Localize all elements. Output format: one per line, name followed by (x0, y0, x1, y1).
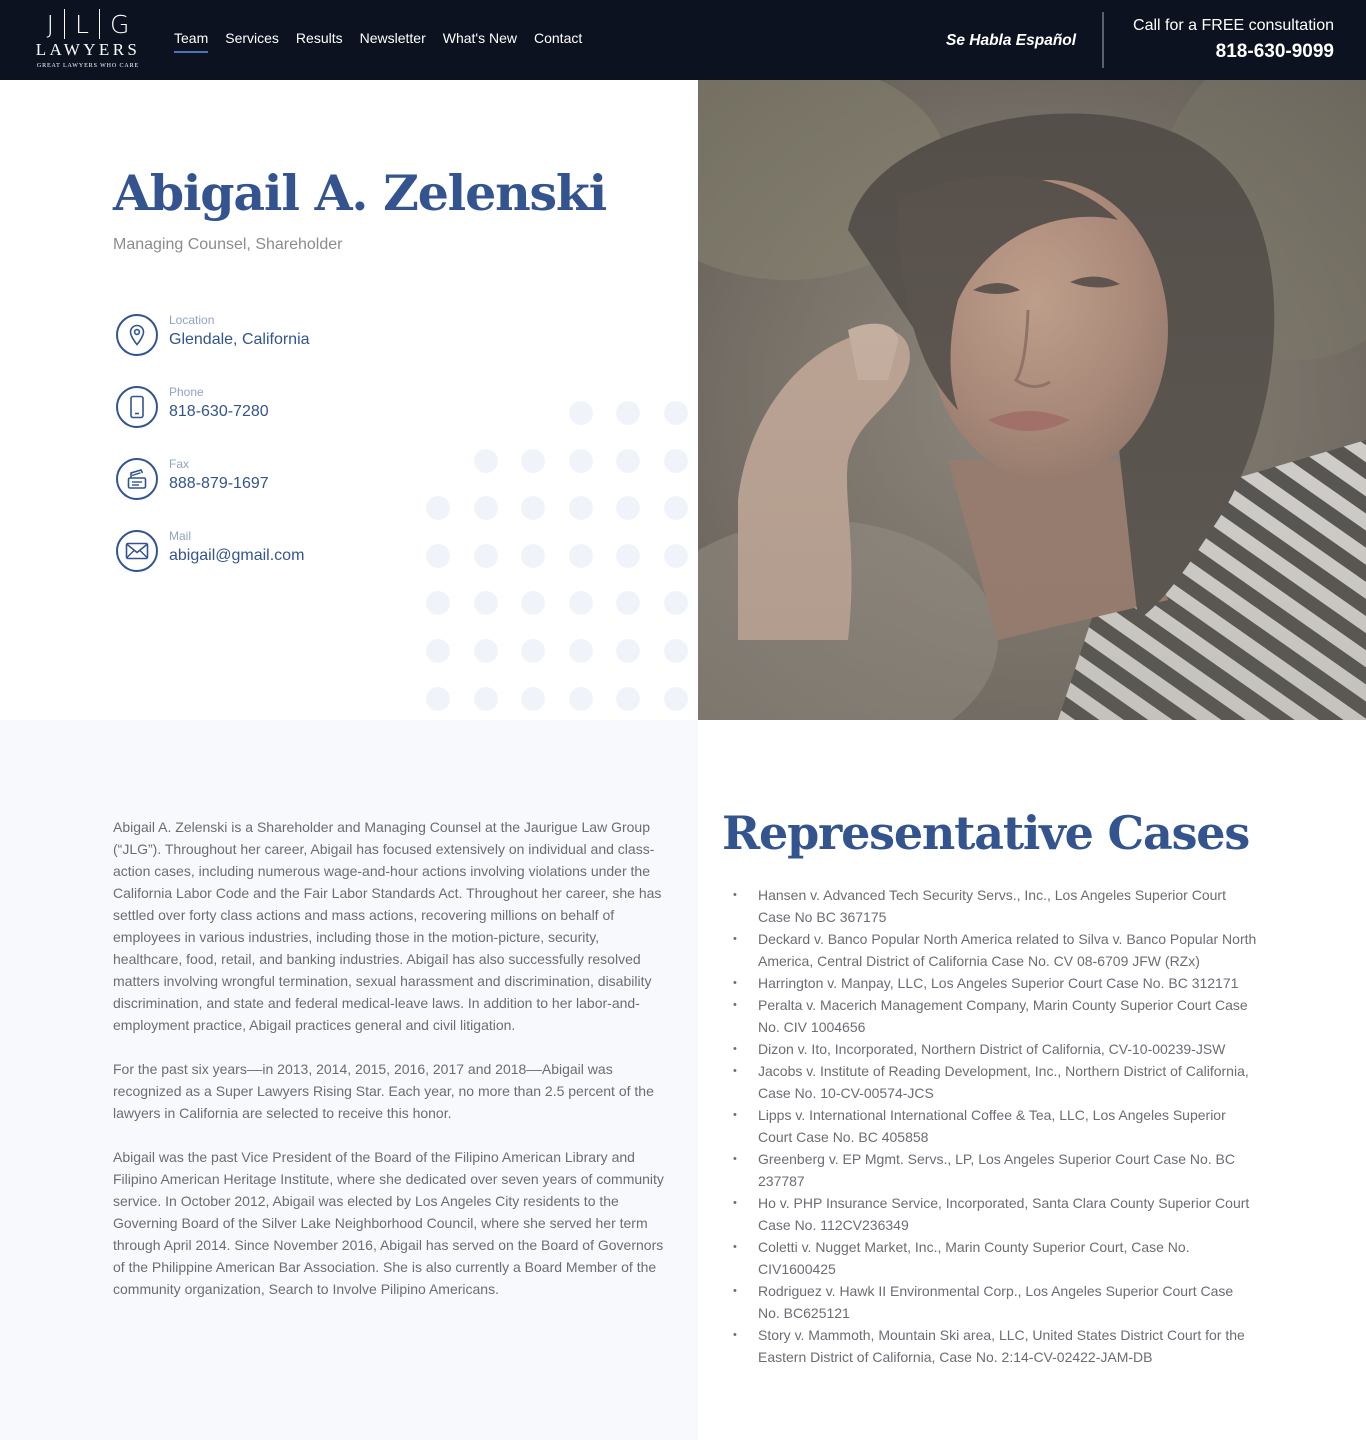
decorative-dot (568, 496, 593, 521)
contact-phone-label: Phone (169, 385, 204, 399)
decorative-dot (426, 496, 450, 521)
decorative-dot (521, 496, 546, 521)
decorative-dot (568, 401, 593, 425)
decorative-dot (426, 591, 450, 616)
consultation-phone-link[interactable]: 818-630-9099 (1133, 37, 1334, 67)
main-nav: Team Services Results Newsletter What's … (174, 30, 599, 53)
case-item: Dizon v. Ito, Incorporated, Northern Dis… (733, 1038, 1258, 1060)
decorative-dot (616, 496, 641, 521)
case-item: Hansen v. Advanced Tech Security Servs.,… (733, 884, 1258, 928)
case-item: Greenberg v. EP Mgmt. Servs., LP, Los An… (733, 1148, 1258, 1192)
decorative-dot (521, 543, 546, 568)
contact-mail-label: Mail (169, 529, 192, 543)
case-item: Peralta v. Macerich Management Company, … (733, 994, 1258, 1038)
fax-icon (116, 458, 158, 500)
decorative-dot (568, 686, 593, 711)
decorative-dot (616, 686, 641, 711)
consultation-label: Call for a FREE consultation (1133, 17, 1334, 34)
contact-fax-value: 888-879-1697 (169, 475, 269, 492)
bio-paragraph: Abigail was the past Vice President of t… (113, 1149, 664, 1297)
nav-newsletter[interactable]: Newsletter (360, 30, 426, 53)
nav-team[interactable]: Team (174, 30, 209, 53)
decorative-dot (664, 496, 688, 521)
decorative-dot (473, 543, 498, 568)
decorative-dot (473, 448, 498, 473)
contact-fax-label: Fax (169, 457, 190, 471)
decorative-dot (568, 591, 593, 616)
nav-contact[interactable]: Contact (534, 30, 582, 53)
representative-cases-list: Hansen v. Advanced Tech Security Servs.,… (733, 884, 1258, 1368)
biography-text: Abigail A. Zelenski is a Shareholder and… (113, 816, 665, 1322)
decorative-dot (426, 543, 450, 568)
mobile-phone-icon (116, 386, 158, 428)
decorative-dot (473, 591, 498, 616)
representative-cases-heading: Representative Cases (722, 806, 1250, 860)
decorative-dot (616, 543, 641, 568)
biography-section: Abigail A. Zelenski is a Shareholder and… (0, 720, 698, 1440)
contact-location: Location Glendale, California (116, 313, 416, 358)
decorative-dot (616, 448, 641, 473)
bio-paragraph: Abigail A. Zelenski is a Shareholder and… (113, 819, 662, 1033)
decorative-dot (616, 639, 641, 663)
location-pin-icon (116, 314, 158, 356)
decorative-dot (616, 401, 641, 425)
decorative-dot (521, 639, 546, 663)
decorative-dot (568, 448, 593, 473)
logo-tagline: GREAT LAWYERS WHO CARE (36, 63, 140, 69)
attorney-title: Managing Counsel, Shareholder (113, 236, 343, 253)
decorative-dot (664, 543, 688, 568)
header-divider (1102, 12, 1104, 68)
contact-location-value: Glendale, California (169, 331, 310, 348)
nav-services[interactable]: Services (225, 30, 279, 53)
spanish-notice: Se Habla Español (946, 32, 1077, 49)
contact-mail: Mail abigail@gmail.com (116, 529, 416, 574)
contact-email-link[interactable]: abigail@gmail.com (169, 547, 304, 565)
case-item: Coletti v. Nugget Market, Inc., Marin Co… (733, 1236, 1258, 1280)
contact-fax: Fax 888-879-1697 (116, 457, 416, 502)
case-item: Deckard v. Banco Popular North America r… (733, 928, 1258, 972)
envelope-icon (116, 530, 158, 572)
case-item: Harrington v. Manpay, LLC, Los Angeles S… (733, 972, 1258, 994)
bio-paragraph: For the past six years––in 2013, 2014, 2… (113, 1061, 654, 1121)
decorative-dot (473, 496, 498, 521)
site-header: J L G LAWYERS GREAT LAWYERS WHO CARE Tea… (0, 0, 1366, 80)
contact-location-label: Location (169, 313, 215, 327)
decorative-dot (568, 543, 593, 568)
decorative-dot (664, 639, 688, 663)
decorative-dot (568, 639, 593, 663)
case-item: Story v. Mammoth, Mountain Ski area, LLC… (733, 1324, 1258, 1368)
attorney-portrait-photo (698, 80, 1366, 720)
decorative-dot (426, 639, 450, 663)
contact-phone-link[interactable]: 818-630-7280 (169, 403, 269, 421)
decorative-dot-grid (426, 401, 698, 720)
nav-whats-new[interactable]: What's New (443, 30, 517, 53)
logo-wordmark: LAWYERS (35, 40, 141, 59)
case-item: Lipps v. International International Cof… (733, 1104, 1258, 1148)
jlg-lawyers-logo[interactable]: J L G LAWYERS GREAT LAWYERS WHO CARE (32, 9, 144, 73)
decorative-dot (664, 686, 688, 711)
nav-results[interactable]: Results (296, 30, 343, 53)
decorative-dot (473, 639, 498, 663)
contact-phone: Phone 818-630-7280 (116, 385, 416, 430)
decorative-dot (521, 686, 546, 711)
logo-monogram: J L G (46, 9, 130, 39)
consultation-cta: Call for a FREE consultation 818-630-909… (1133, 16, 1334, 67)
decorative-dot (473, 686, 498, 711)
case-item: Jacobs v. Institute of Reading Developme… (733, 1060, 1258, 1104)
case-item: Ho v. PHP Insurance Service, Incorporate… (733, 1192, 1258, 1236)
decorative-dot (521, 448, 546, 473)
decorative-dot (664, 448, 688, 473)
decorative-dot (664, 591, 688, 616)
profile-intro: Abigail A. Zelenski Managing Counsel, Sh… (0, 80, 698, 720)
attorney-name: Abigail A. Zelenski (113, 164, 607, 222)
decorative-dot (426, 686, 450, 711)
decorative-dot (664, 401, 688, 425)
decorative-dot (521, 591, 546, 616)
decorative-dot (616, 591, 641, 616)
case-item: Rodriguez v. Hawk II Environmental Corp.… (733, 1280, 1258, 1324)
